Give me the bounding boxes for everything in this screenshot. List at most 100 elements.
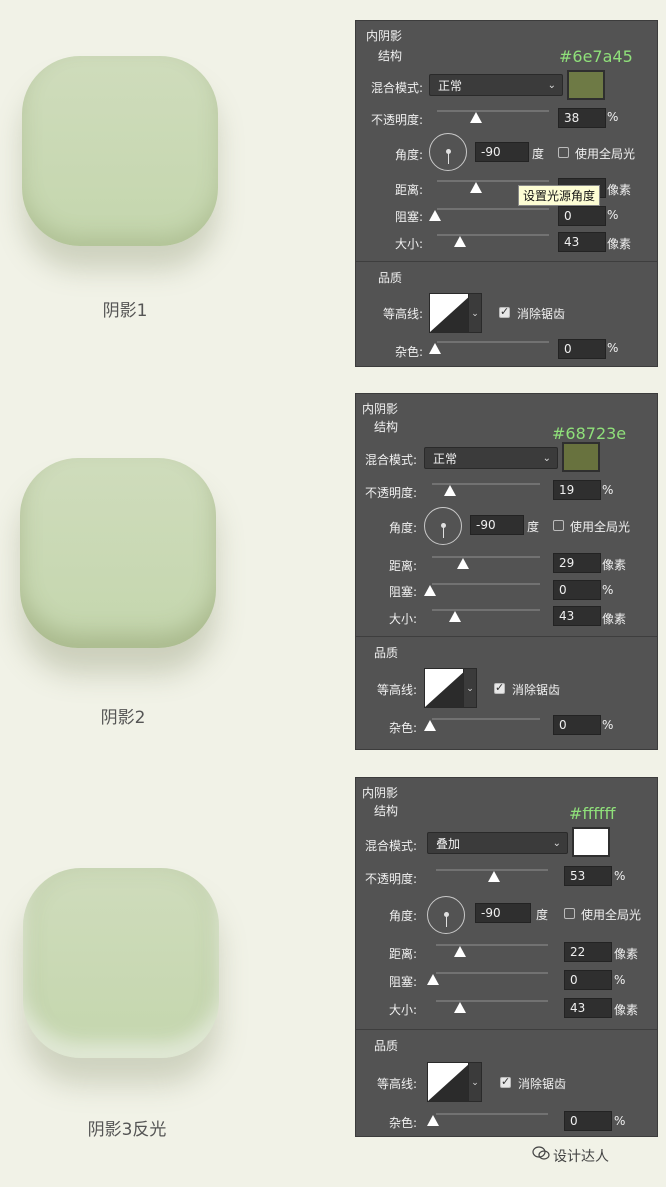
size-input[interactable]: 43 [564, 998, 612, 1018]
noise-slider[interactable] [437, 341, 549, 343]
size-slider-thumb[interactable] [454, 1002, 466, 1013]
choke-slider[interactable] [437, 208, 549, 210]
section-divider [356, 636, 657, 637]
angle-unit: 度 [527, 520, 540, 534]
blend-mode-select[interactable]: 正常 ⌄ [424, 447, 558, 469]
angle-input[interactable]: -90 [475, 142, 529, 162]
size-slider-thumb[interactable] [454, 236, 466, 247]
antialias-checkbox[interactable] [499, 305, 510, 318]
opacity-slider-thumb[interactable] [488, 871, 500, 882]
distance-slider[interactable] [437, 180, 549, 182]
choke-slider-thumb[interactable] [427, 974, 439, 985]
wechat-icon [532, 1146, 550, 1160]
blend-mode-value: 正常 [438, 79, 463, 93]
global-light-checkbox[interactable] [553, 520, 564, 531]
opacity-slider-thumb[interactable] [444, 485, 456, 496]
angle-dial[interactable] [429, 133, 467, 171]
section-title: 内阴影 [362, 786, 399, 800]
angle-tooltip: 设置光源角度 [518, 185, 601, 206]
color-hex: #6e7a45 [559, 47, 633, 66]
caption-shadow-3: 阴影3反光 [87, 1120, 167, 1140]
noise-input[interactable]: 0 [553, 715, 601, 735]
choke-slider[interactable] [436, 972, 548, 974]
size-label: 大小: [394, 237, 423, 251]
percent-unit: % [607, 341, 619, 355]
contour-dropdown[interactable]: ⌄ [468, 293, 482, 333]
noise-input[interactable]: 0 [564, 1111, 612, 1131]
color-swatch[interactable] [572, 827, 610, 857]
watermark-text: 设计达人 [553, 1149, 609, 1165]
noise-slider-thumb[interactable] [429, 343, 441, 354]
distance-input[interactable]: 29 [553, 553, 601, 573]
distance-slider[interactable] [436, 944, 548, 946]
global-light-label: 使用全局光 [575, 147, 636, 161]
tile-shadow-1 [22, 56, 218, 246]
opacity-slider[interactable] [437, 110, 549, 112]
noise-input[interactable]: 0 [558, 339, 606, 359]
inner-shadow-panel-1: 内阴影 结构 #6e7a45 混合模式: 正常 ⌄ 不透明度: 38 % 角度:… [355, 20, 658, 367]
choke-slider-thumb[interactable] [429, 210, 441, 221]
inner-shadow-panel-3: 内阴影 结构 #ffffff 混合模式: 叠加 ⌄ 不透明度: 53 % 角度:… [355, 777, 658, 1137]
antialias-checkbox[interactable] [500, 1075, 511, 1088]
contour-dropdown[interactable]: ⌄ [463, 668, 477, 708]
choke-input[interactable]: 0 [558, 206, 606, 226]
section-title: 内阴影 [366, 29, 403, 43]
choke-input[interactable]: 0 [553, 580, 601, 600]
angle-input[interactable]: -90 [475, 903, 531, 923]
distance-unit: 像素 [614, 947, 639, 961]
choke-slider[interactable] [432, 583, 540, 585]
angle-dial[interactable] [424, 507, 462, 545]
choke-label: 阻塞: [394, 210, 423, 224]
noise-label: 杂色: [388, 721, 417, 735]
angle-dial[interactable] [427, 896, 465, 934]
chevron-down-icon: ⌄ [547, 80, 556, 91]
distance-input[interactable]: 22 [564, 942, 612, 962]
global-light-checkbox[interactable] [558, 147, 569, 158]
angle-unit: 度 [536, 908, 549, 922]
noise-slider[interactable] [432, 718, 540, 720]
noise-slider-thumb[interactable] [427, 1115, 439, 1126]
distance-slider-thumb[interactable] [457, 558, 469, 569]
antialias-label: 消除锯齿 [517, 307, 566, 321]
distance-slider[interactable] [432, 556, 540, 558]
contour-preview[interactable] [427, 1062, 471, 1102]
contour-dropdown[interactable]: ⌄ [468, 1062, 482, 1102]
chevron-down-icon: ⌄ [542, 453, 551, 464]
blend-mode-value: 叠加 [436, 837, 461, 851]
choke-input[interactable]: 0 [564, 970, 612, 990]
opacity-slider-thumb[interactable] [470, 112, 482, 123]
percent-unit: % [614, 1114, 626, 1128]
antialias-checkbox[interactable] [494, 681, 505, 694]
color-swatch[interactable] [567, 70, 605, 100]
contour-preview[interactable] [429, 293, 473, 333]
noise-label: 杂色: [388, 1116, 417, 1130]
noise-slider[interactable] [436, 1113, 548, 1115]
choke-slider-thumb[interactable] [424, 585, 436, 596]
contour-preview[interactable] [424, 668, 468, 708]
quality-title: 品质 [374, 1039, 399, 1053]
angle-unit: 度 [532, 147, 545, 161]
noise-slider-thumb[interactable] [424, 720, 436, 731]
size-slider-thumb[interactable] [449, 611, 461, 622]
distance-slider-thumb[interactable] [454, 946, 466, 957]
color-hex: #ffffff [569, 804, 616, 823]
size-unit: 像素 [607, 237, 632, 251]
blend-mode-select[interactable]: 叠加 ⌄ [427, 832, 568, 854]
opacity-input[interactable]: 19 [553, 480, 601, 500]
quality-title: 品质 [374, 646, 399, 660]
global-light-checkbox[interactable] [564, 908, 575, 919]
color-swatch[interactable] [562, 442, 600, 472]
blend-mode-value: 正常 [433, 452, 458, 466]
angle-input[interactable]: -90 [470, 515, 524, 535]
section-divider [356, 1029, 657, 1030]
size-slider[interactable] [436, 1000, 548, 1002]
opacity-input[interactable]: 53 [564, 866, 612, 886]
opacity-input[interactable]: 38 [558, 108, 606, 128]
blend-mode-select[interactable]: 正常 ⌄ [429, 74, 563, 96]
size-unit: 像素 [602, 612, 627, 626]
distance-slider-thumb[interactable] [470, 182, 482, 193]
opacity-label: 不透明度: [364, 872, 417, 886]
size-input[interactable]: 43 [558, 232, 606, 252]
distance-unit: 像素 [607, 183, 632, 197]
size-input[interactable]: 43 [553, 606, 601, 626]
